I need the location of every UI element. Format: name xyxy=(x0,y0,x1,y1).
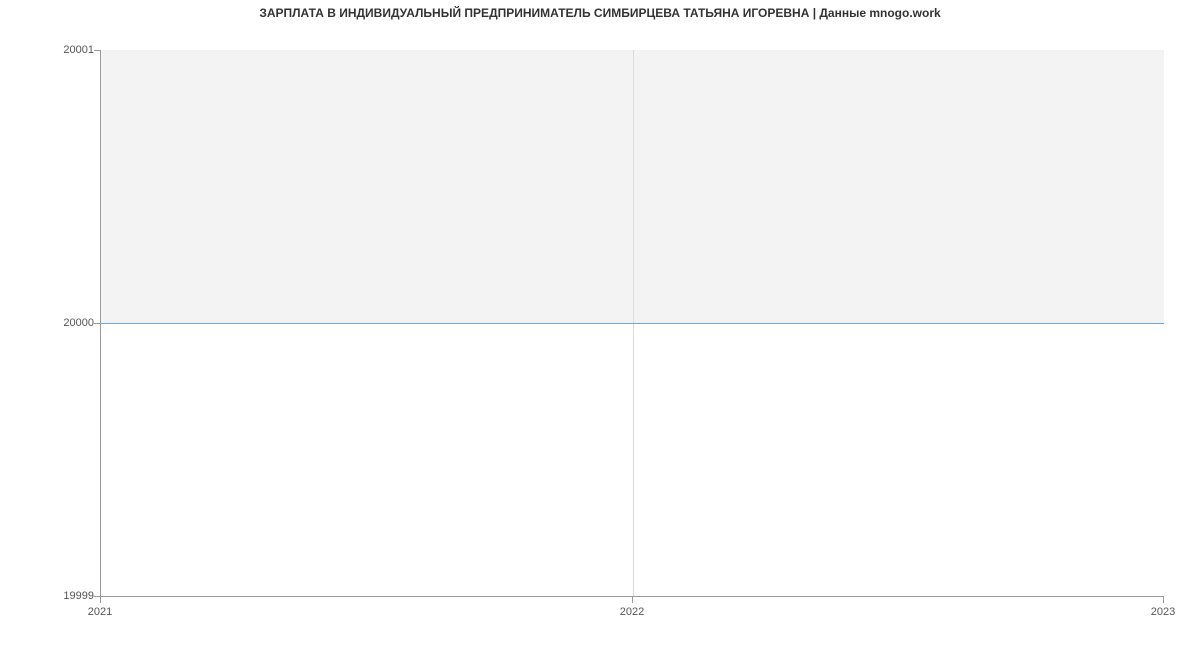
x-tick-label: 2021 xyxy=(88,606,112,618)
x-tick xyxy=(100,597,101,603)
x-tick xyxy=(1163,597,1164,603)
plot-area xyxy=(100,50,1164,597)
x-tick xyxy=(632,597,633,603)
x-tick-label: 2023 xyxy=(1151,606,1175,618)
salary-line-chart: ЗАРПЛАТА В ИНДИВИДУАЛЬНЫЙ ПРЕДПРИНИМАТЕЛ… xyxy=(0,0,1200,650)
x-tick-label: 2022 xyxy=(620,606,644,618)
y-tick xyxy=(94,50,100,51)
y-tick-label: 19999 xyxy=(63,590,94,602)
y-tick-label: 20001 xyxy=(63,44,94,56)
data-line-series-0 xyxy=(101,323,1164,324)
chart-title: ЗАРПЛАТА В ИНДИВИДУАЛЬНЫЙ ПРЕДПРИНИМАТЕЛ… xyxy=(0,6,1200,20)
y-tick-label: 20000 xyxy=(63,317,94,329)
y-tick xyxy=(94,323,100,324)
